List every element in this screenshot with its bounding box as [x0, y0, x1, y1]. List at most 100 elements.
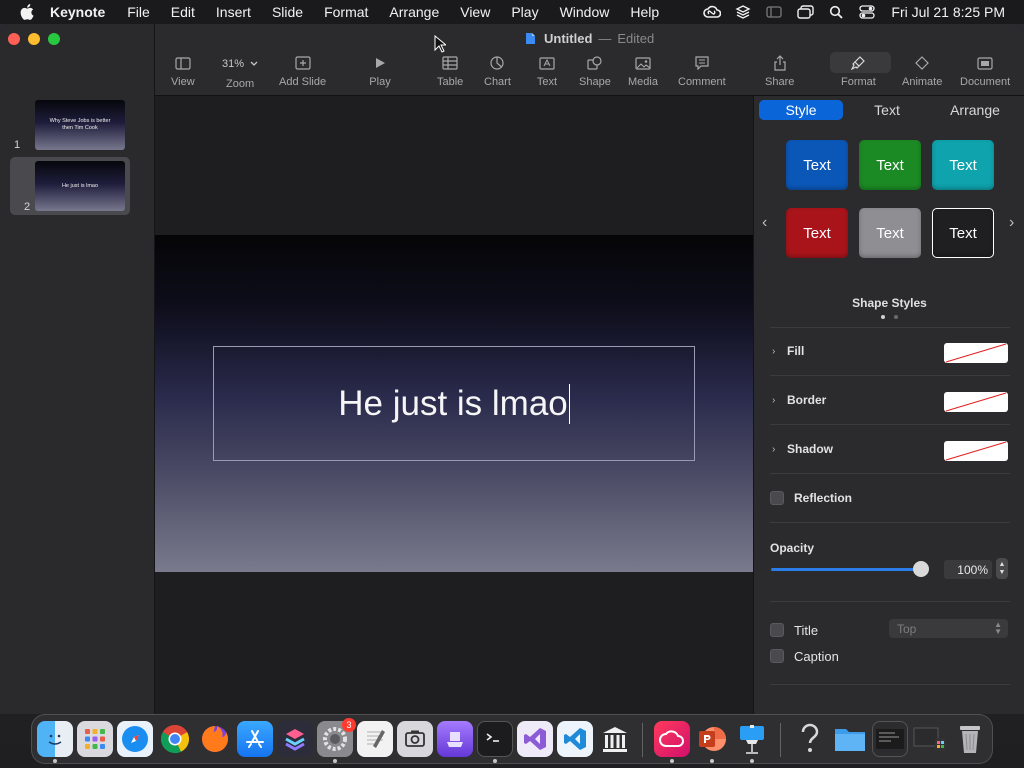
apple-logo-icon[interactable]	[18, 3, 36, 21]
title-position-select[interactable]: Top ▲ ▼	[889, 619, 1008, 638]
chart-button[interactable]: Chart	[484, 54, 511, 92]
comment-button[interactable]: Comment	[678, 54, 726, 92]
menu-slide[interactable]: Slide	[272, 4, 303, 20]
disclosure-chevron-icon[interactable]: ›	[772, 395, 782, 406]
menubar-clock[interactable]: Fri Jul 21 8:25 PM	[891, 4, 1005, 20]
chevron-up-icon[interactable]: ▲	[999, 561, 1006, 569]
keynote-icon[interactable]	[734, 721, 770, 757]
downloads-folder-icon[interactable]	[832, 721, 868, 757]
library-icon[interactable]	[597, 721, 633, 757]
layers-status-icon[interactable]	[734, 4, 752, 20]
page-indicator-dot-active[interactable]	[881, 315, 885, 319]
menu-window[interactable]: Window	[560, 4, 610, 20]
zoom-dropdown[interactable]: 31%	[215, 54, 265, 74]
screenshot-icon[interactable]	[397, 721, 433, 757]
animate-button[interactable]: Animate	[902, 54, 942, 92]
slide-thumbnail-1[interactable]: Why Steve Jobs is better then Tim Cook	[35, 100, 125, 150]
format-button[interactable]: Format	[841, 54, 876, 92]
text-button[interactable]: Text	[536, 54, 558, 92]
play-button[interactable]: Play	[369, 54, 391, 92]
zoom-label: Zoom	[226, 78, 255, 90]
menu-file[interactable]: File	[127, 4, 150, 20]
menu-view[interactable]: View	[460, 4, 490, 20]
simulator-icon[interactable]	[437, 721, 473, 757]
help-question-icon[interactable]	[792, 721, 828, 757]
menu-format[interactable]: Format	[324, 4, 368, 20]
firefox-icon[interactable]	[197, 721, 233, 757]
shape-style-green[interactable]: Text	[859, 140, 921, 190]
media-button[interactable]: Media	[628, 54, 658, 92]
window-preview-icon[interactable]	[872, 721, 908, 757]
system-settings-icon[interactable]: 3	[317, 718, 356, 757]
menu-arrange[interactable]: Arrange	[389, 4, 439, 20]
slide-thumbnail-2[interactable]: He just is lmao	[35, 161, 125, 211]
status-area: Fri Jul 21 8:25 PM	[703, 0, 1024, 24]
creative-cloud-status-icon[interactable]	[703, 4, 722, 20]
fill-color-well[interactable]	[944, 343, 1008, 363]
disclosure-chevron-icon[interactable]: ›	[772, 346, 782, 357]
shape-style-blue[interactable]: Text	[786, 140, 848, 190]
shape-style-red[interactable]: Text	[786, 208, 848, 258]
title-label: Title	[794, 622, 819, 638]
table-button[interactable]: Table	[437, 54, 463, 92]
opacity-stepper[interactable]: ▲ ▼	[996, 558, 1008, 579]
spotlight-search-icon[interactable]	[827, 4, 845, 20]
shadow-label: Shadow	[787, 442, 834, 456]
opacity-slider-knob[interactable]	[913, 561, 929, 577]
page-indicator-dot[interactable]	[894, 315, 898, 319]
window-minimize-button[interactable]	[28, 33, 40, 45]
shape-style-gray[interactable]: Text	[859, 208, 921, 258]
visual-studio-icon[interactable]	[517, 721, 553, 757]
shape-style-teal[interactable]: Text	[932, 140, 994, 190]
title-checkbox[interactable]	[770, 623, 784, 637]
shadow-color-well[interactable]	[944, 441, 1008, 461]
slide-text-content[interactable]: He just is lmao	[338, 384, 568, 424]
chevron-right-icon[interactable]: ›	[1009, 214, 1014, 232]
launchpad-icon[interactable]	[77, 721, 113, 757]
chevron-left-icon[interactable]: ‹	[762, 214, 767, 232]
vscode-icon[interactable]	[557, 721, 593, 757]
share-button[interactable]: Share	[765, 54, 794, 92]
menu-play[interactable]: Play	[511, 4, 538, 20]
safari-icon[interactable]	[117, 721, 153, 757]
opacity-slider[interactable]	[771, 568, 921, 571]
document-name[interactable]: Untitled	[544, 31, 592, 46]
tab-text[interactable]: Text	[843, 100, 931, 120]
menu-edit[interactable]: Edit	[171, 4, 195, 20]
textedit-icon[interactable]	[357, 721, 393, 757]
trash-icon[interactable]	[952, 721, 988, 757]
document-button[interactable]: Document	[960, 54, 1010, 92]
menu-help[interactable]: Help	[630, 4, 659, 20]
shortcuts-icon[interactable]	[277, 721, 313, 757]
disclosure-chevron-icon[interactable]: ›	[772, 444, 782, 455]
app-store-icon[interactable]	[237, 721, 273, 757]
window-close-button[interactable]	[8, 33, 20, 45]
window-status-icon[interactable]	[796, 4, 814, 20]
reflection-checkbox[interactable]	[770, 491, 784, 505]
finder-icon[interactable]	[37, 721, 73, 757]
shape-button[interactable]: Shape	[579, 54, 611, 92]
current-slide[interactable]: He just is lmao	[155, 235, 753, 572]
view-button[interactable]: View	[171, 54, 195, 92]
chevron-down-icon[interactable]: ▼	[999, 569, 1006, 577]
menu-app-name[interactable]: Keynote	[50, 4, 105, 20]
control-center-icon[interactable]	[858, 4, 876, 20]
caption-checkbox[interactable]	[770, 649, 784, 663]
toolbar: Untitled — Edited View 31% Zoom Add Slid…	[155, 24, 1024, 96]
shape-style-outline[interactable]: Text	[932, 208, 994, 258]
border-color-well[interactable]	[944, 392, 1008, 412]
menu-insert[interactable]: Insert	[216, 4, 251, 20]
opacity-input[interactable]: 100%	[944, 560, 992, 579]
window-preview-2-icon[interactable]	[912, 721, 948, 757]
creative-cloud-icon[interactable]	[654, 721, 690, 757]
tab-style[interactable]: Style	[759, 100, 843, 120]
terminal-icon[interactable]	[477, 721, 513, 757]
chrome-icon[interactable]	[157, 721, 193, 757]
powerpoint-icon[interactable]	[694, 721, 730, 757]
add-slide-button[interactable]: Add Slide	[279, 54, 326, 92]
slide-text-box[interactable]: He just is lmao	[213, 346, 695, 461]
window-maximize-button[interactable]	[48, 33, 60, 45]
sidebar-status-icon[interactable]	[765, 4, 783, 20]
tab-arrange[interactable]: Arrange	[931, 100, 1019, 120]
slide-canvas[interactable]: He just is lmao	[155, 96, 753, 714]
